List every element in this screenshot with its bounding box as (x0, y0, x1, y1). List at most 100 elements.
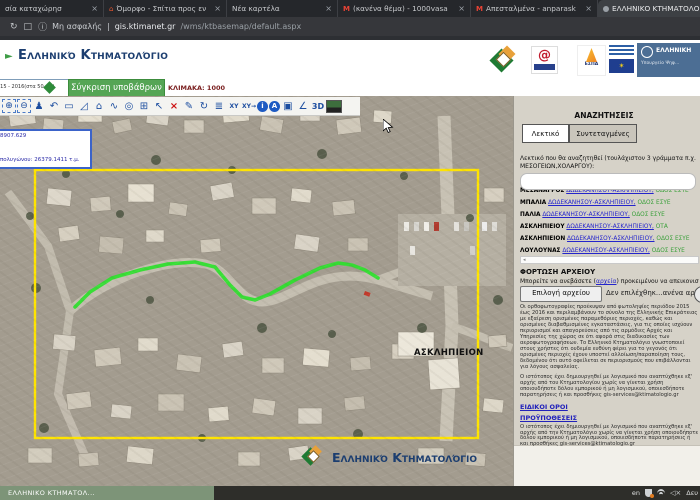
polygon-icon[interactable]: ⌂ (92, 99, 106, 114)
label-info-icon[interactable]: A (269, 101, 280, 112)
tab-close-icon[interactable]: × (582, 4, 592, 13)
basemap-preview-icon[interactable] (326, 100, 342, 113)
prerequisites-link[interactable]: ΠΡΟΫΠΟΘΕΣΕΙΣ (520, 414, 699, 422)
tab-title: Όμορφο - Σπίτια προς εν (116, 4, 208, 13)
at-logo-icon: @ (531, 46, 558, 74)
header-arrow-icon: ► (5, 51, 13, 62)
disclaimer-block: Οι ορθοφωτογραφίες προέκυψαν από φωτοληψ… (520, 305, 699, 452)
refresh-map-icon[interactable]: ↻ (197, 99, 211, 114)
disclaimer-paragraph-3: Ο ιστότοπος έχει δημιουργηθεί με λογισμι… (520, 425, 699, 449)
measurement-length: 8907.629 (0, 133, 86, 139)
result-link[interactable]: ΔΩΔΕΚΑΝΗΣΟΥ-ΑΣΚΛΗΠΙΕΙΟΥ, (542, 212, 630, 218)
ministry-emblem-icon (641, 46, 653, 58)
grid-polygon-icon[interactable]: ⊞ (137, 99, 151, 114)
results-scrollbar[interactable]: ◂ (520, 256, 699, 264)
tab-syntetagmenes[interactable]: Συντεταγμένες (569, 124, 637, 143)
omnibox[interactable]: ⓘ Μη ασφαλής | gis.ktimanet.gr /wms/ktba… (38, 20, 301, 33)
tab-2[interactable]: ⌂ Όμορφο - Σπίτια προς εν × (104, 0, 227, 17)
language-indicator[interactable]: en (632, 489, 640, 497)
result-row[interactable]: ΠΑΛΙΑ ΔΩΔΕΚΑΝΗΣΟΥ-ΑΣΚΛΗΠΙΕΙΟΥ, ΟΔΟΣ ΕΣΥΕ (520, 209, 700, 221)
map-viewport[interactable]: ⊕ ⊖ ♟ ↶ ▭ ◿ ⌂ ∿ ◎ ⊞ ↖ × ✎ ↻ ≣ XY XY→ i A… (0, 96, 513, 487)
upload-hint-before: Μπορείτε να ανεβάσετε ( (520, 278, 596, 285)
pan-icon[interactable]: ♟ (32, 99, 46, 114)
search-sidebar: ΑΝΑΖΗΤΗΣΕΙΣ Λεκτικό Συντεταγμένες Λεκτικ… (513, 96, 700, 487)
tab-close-icon[interactable]: × (211, 4, 221, 13)
wifi-icon[interactable] (657, 489, 665, 498)
system-tray: en ◁× Δευ (632, 486, 700, 500)
result-link[interactable]: ΔΩΔΕΚΑΝΗΣΟΥ-ΑΣΚΛΗΠΙΕΙΟΥ, (548, 200, 636, 206)
report-icon[interactable]: ≣ (212, 99, 226, 114)
address-bar[interactable]: ↻ □ ⓘ Μη ασφαλής | gis.ktimanet.gr /wms/… (0, 17, 700, 36)
info-icon[interactable]: i (257, 101, 268, 112)
tab-close-icon[interactable]: × (88, 4, 98, 13)
xy-locate-icon[interactable]: XY→ (242, 99, 256, 114)
angle-icon[interactable]: ∠ (296, 99, 310, 114)
delete-icon[interactable]: × (167, 99, 181, 114)
triangle-ruler-icon[interactable]: ◿ (77, 99, 91, 114)
upload-hint: Μπορείτε να ανεβάσετε (αρχεία) προκειμέν… (520, 278, 699, 285)
help-circle-button[interactable] (694, 286, 700, 303)
scroll-arrow-icon[interactable]: ◂ (523, 257, 526, 263)
flags-logo-icon: ✶ (609, 45, 634, 75)
tab-5[interactable]: M Απεσταλμένα - anparask × (471, 0, 598, 17)
spitogatos-favicon-icon: ⌂ (109, 5, 113, 13)
result-row[interactable]: ΑΣΚΛΗΠΙΕΙΟΝ ΔΩΔΕΚΑΝΗΣΟΥ-ΑΣΚΛΗΠΙΕΙΟΥ, ΟΔΟ… (520, 233, 700, 245)
result-row[interactable]: ΛΟΥΛΟΥΝΑΣ ΔΩΔΕΚΑΝΗΣΟΥ-ΑΣΚΛΗΠΙΕΙΟΥ, ΟΔΟΣ … (520, 245, 700, 257)
tab-title: ΕΛΛΗΝΙΚΟ ΚΤΗΜΑΤΟΛΟΓ (612, 4, 700, 13)
center-point-icon[interactable]: ◎ (122, 99, 136, 114)
greek-flag-icon (609, 45, 634, 57)
tab-lektiko[interactable]: Λεκτικό (522, 124, 569, 143)
globe-favicon-icon (603, 6, 609, 12)
zoom-out-icon[interactable]: ⊖ (17, 99, 31, 113)
result-name: ΑΣΚΛΗΠΙΕΙΟΥ (520, 224, 565, 230)
search-input[interactable] (520, 173, 696, 190)
result-link[interactable]: ΔΩΔΕΚΑΝΗΣΟΥ-ΑΣΚΛΗΠΙΕΙΟΥ, (567, 236, 655, 242)
tab-4[interactable]: M (κανένα θέμα) - 1000vasa × (338, 0, 471, 17)
tab-6-active[interactable]: ΕΛΛΗΝΙΚΟ ΚΤΗΜΑΤΟΛΟΓ × (598, 0, 700, 17)
result-link[interactable]: ΔΩΔΕΚΑΝΗΣΟΥ-ΑΣΚΛΗΠΙΕΙΟΥ, (566, 224, 654, 230)
volume-muted-icon[interactable]: ◁× (670, 489, 681, 497)
espa-figure-icon (586, 48, 597, 62)
bookmark-icon[interactable]: □ (24, 22, 33, 32)
taskbar-active-app[interactable]: ΕΛΛΗΝΙΚΟ ΚΤΗΜΑΤΟΛ... (0, 486, 214, 500)
result-type: ΟΔΟΣ ΕΣΥΕ (656, 236, 689, 242)
result-type: ΟΔΟΣ ΕΣΥΕ (637, 200, 670, 206)
result-row[interactable]: ΑΣΚΛΗΠΙΕΙΟΥ ΔΩΔΕΚΑΝΗΣΟΥ-ΑΣΚΛΗΠΙΕΙΟΥ, ΟΤΑ (520, 221, 700, 233)
tab-title: Απεσταλμένα - anparask (486, 4, 579, 13)
tab-title: Νέα καρτέλα (232, 4, 319, 13)
security-label: Μη ασφαλής (52, 22, 102, 31)
previous-extent-icon[interactable]: ↶ (47, 99, 61, 114)
xy-coords-icon[interactable]: XY (227, 99, 241, 114)
tab-close-icon[interactable]: × (322, 4, 332, 13)
tab-3[interactable]: Νέα καρτέλα × (227, 0, 338, 17)
tab-title: σία καταχώρησ (5, 4, 85, 13)
result-row[interactable]: ΜΠΑΛΙΑ ΔΩΔΕΚΑΝΗΣΟΥ-ΑΣΚΛΗΠΙΕΙΟΥ, ΟΔΟΣ ΕΣΥ… (520, 197, 700, 209)
ministry-subtitle: Υπουργείο Ψηφ… (641, 58, 696, 66)
espa-logo-icon: ΕΣΠΑ (577, 45, 606, 76)
sketch-icon[interactable]: ✎ (182, 99, 196, 114)
image-icon[interactable]: ▣ (281, 99, 295, 114)
upload-title: ΦΟΡΤΩΣΗ ΑΡΧΕΙΟΥ (520, 268, 595, 276)
result-name: ΑΣΚΛΗΠΙΕΙΟΝ (520, 236, 565, 242)
select-arrow-icon[interactable]: ↖ (152, 99, 166, 114)
tab-title: (κανένα θέμα) - 1000vasa (353, 4, 452, 13)
no-file-label: Δεν επιλέχθηκ...ανένα αρχείο. (606, 289, 700, 297)
refresh-icon[interactable]: ↻ (10, 22, 18, 32)
choose-file-button[interactable]: Επιλογή αρχείου (520, 286, 602, 302)
basemap-select[interactable]: 015 - 2016(στα 50 εκ.) (0, 79, 70, 97)
measure-line-icon[interactable]: ▭ (62, 99, 76, 114)
upload-files-link[interactable]: αρχεία (596, 278, 616, 285)
sidebar-title: ΑΝΑΖΗΤΗΣΕΙΣ (514, 111, 694, 120)
tray-clock[interactable]: Δευ (686, 489, 698, 497)
upload-hint-after: ) προκειμένου να απεικονιστούν στ (616, 278, 699, 285)
tab-close-icon[interactable]: × (455, 4, 465, 13)
polyline-icon[interactable]: ∿ (107, 99, 121, 114)
site-info-icon[interactable]: ⓘ (38, 20, 47, 33)
three-d-icon[interactable]: 3D (311, 99, 325, 114)
disclaimer-paragraph-2: Ο ιστότοπος έχει δημιουργηθεί με λογισμι… (520, 375, 699, 399)
tab-1[interactable]: σία καταχώρησ × (0, 0, 104, 17)
special-terms-link[interactable]: ΕΙΔΙΚΟΙ ΟΡΟΙ (520, 403, 699, 411)
security-shield-icon[interactable] (645, 489, 652, 497)
zoom-in-icon[interactable]: ⊕ (2, 99, 16, 113)
result-link[interactable]: ΔΩΔΕΚΑΝΗΣΟΥ-ΑΣΚΛΗΠΙΕΙΟΥ, (562, 248, 650, 254)
